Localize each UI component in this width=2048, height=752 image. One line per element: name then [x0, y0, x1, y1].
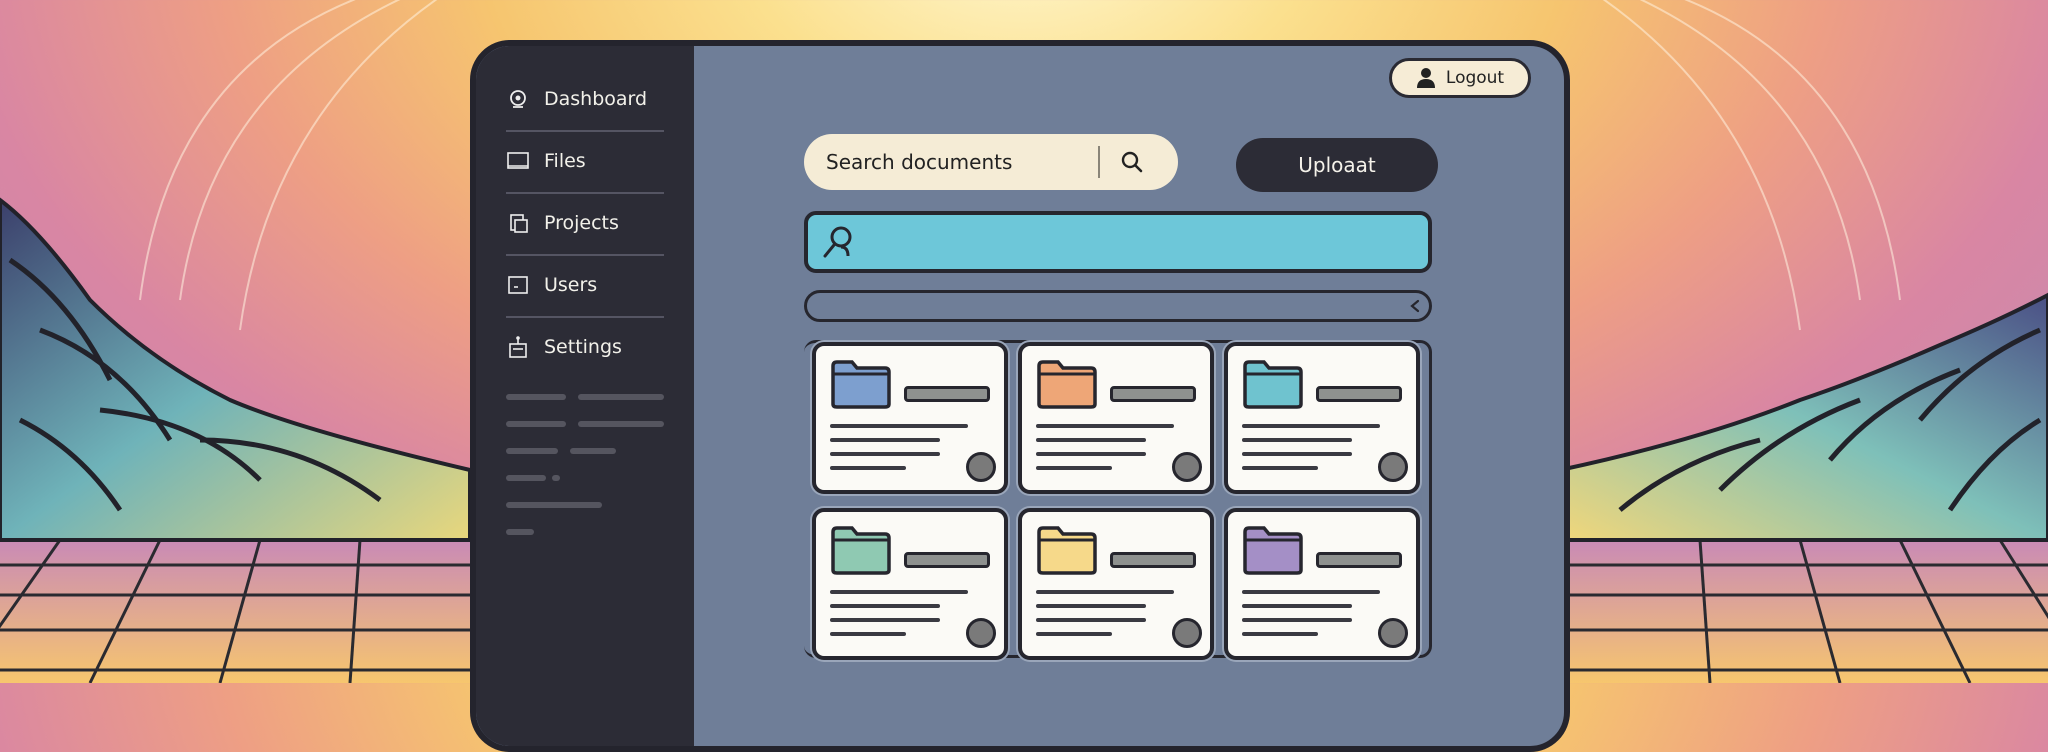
projects-icon — [506, 211, 530, 235]
chevron-left-icon[interactable] — [1409, 299, 1421, 313]
text-line — [830, 424, 968, 428]
folder-icon — [1243, 360, 1303, 409]
text-line — [1036, 590, 1174, 594]
file-name-placeholder — [1316, 386, 1402, 402]
status-dot — [1378, 452, 1408, 482]
text-line — [1242, 452, 1352, 456]
folder-icon — [1037, 526, 1097, 575]
text-line — [1036, 632, 1112, 636]
sidebar-item-label: Dashboard — [544, 88, 648, 110]
text-line — [830, 618, 940, 622]
status-dot — [966, 452, 996, 482]
sidebar-item-settings[interactable]: Settings — [506, 316, 664, 378]
app-window: Dashboard Files Projects Users Settings … — [470, 40, 1570, 752]
logout-button[interactable]: Logout — [1389, 58, 1531, 98]
file-name-placeholder — [1110, 552, 1196, 568]
file-name-placeholder — [904, 386, 990, 402]
upload-button[interactable]: Uploaat — [1236, 138, 1438, 192]
sidebar-item-label: Projects — [544, 212, 619, 234]
sidebar-item-label: Settings — [544, 336, 622, 358]
search-box — [804, 134, 1178, 190]
text-line — [830, 590, 968, 594]
text-line — [830, 604, 940, 608]
folder-icon — [831, 526, 891, 575]
search-icon — [823, 226, 852, 258]
text-line — [1036, 452, 1146, 456]
search-button[interactable] — [1100, 134, 1164, 190]
file-card[interactable] — [812, 508, 1008, 660]
filter-input[interactable] — [868, 221, 1428, 263]
sidebar-item-projects[interactable]: Projects — [506, 192, 664, 254]
sidebar: Dashboard Files Projects Users Settings — [476, 46, 694, 746]
file-card[interactable] — [812, 342, 1008, 494]
text-line — [1036, 466, 1112, 470]
text-line — [1242, 438, 1352, 442]
search-input[interactable] — [824, 149, 1098, 175]
file-name-placeholder — [1316, 552, 1402, 568]
sidebar-item-label: Users — [544, 274, 598, 296]
text-line — [1036, 424, 1174, 428]
dashboard-icon — [506, 87, 530, 111]
folder-icon — [1243, 526, 1303, 575]
file-card[interactable] — [1224, 342, 1420, 494]
files-icon — [506, 149, 530, 173]
text-line — [830, 452, 940, 456]
logout-label: Logout — [1445, 68, 1505, 88]
text-line — [830, 438, 940, 442]
status-dot — [1172, 618, 1202, 648]
text-line — [1242, 424, 1380, 428]
file-card[interactable] — [1018, 342, 1214, 494]
settings-icon — [506, 335, 530, 359]
users-icon — [506, 273, 530, 297]
user-icon — [1416, 68, 1435, 88]
status-dot — [1378, 618, 1408, 648]
filter-bar — [804, 211, 1432, 273]
text-line — [1036, 618, 1146, 622]
status-dot — [966, 618, 996, 648]
text-line — [1242, 466, 1318, 470]
sidebar-item-dashboard[interactable]: Dashboard — [506, 68, 664, 130]
file-name-placeholder — [904, 552, 990, 568]
folder-icon — [1037, 360, 1097, 409]
text-line — [830, 632, 906, 636]
folder-icon — [831, 360, 891, 409]
text-line — [1036, 438, 1146, 442]
text-line — [1036, 604, 1146, 608]
text-line — [1242, 604, 1352, 608]
sidebar-item-files[interactable]: Files — [506, 130, 664, 192]
file-card[interactable] — [1224, 508, 1420, 660]
sidebar-item-label: Files — [544, 150, 586, 172]
text-line — [830, 466, 906, 470]
sidebar-item-users[interactable]: Users — [506, 254, 664, 316]
file-name-placeholder — [1110, 386, 1196, 402]
search-icon — [1121, 151, 1143, 173]
text-line — [1242, 618, 1352, 622]
text-line — [1242, 632, 1318, 636]
status-dot — [1172, 452, 1202, 482]
text-line — [1242, 590, 1380, 594]
file-card[interactable] — [1018, 508, 1214, 660]
scroll-track[interactable] — [804, 290, 1432, 322]
